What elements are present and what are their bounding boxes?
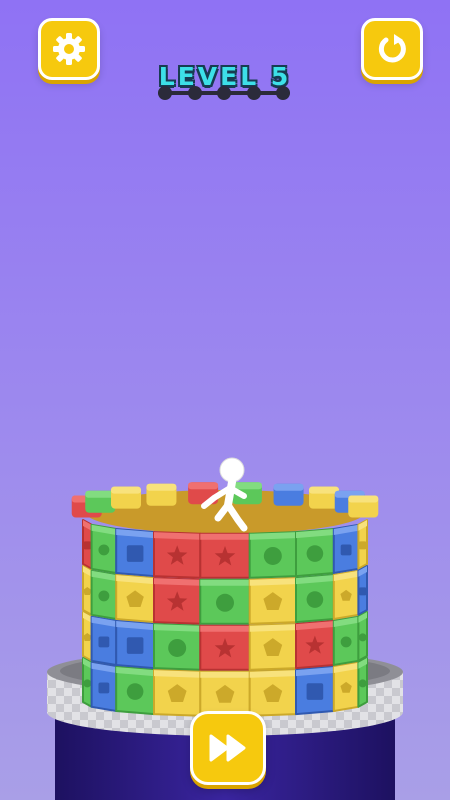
block-symbol-square (358, 587, 367, 596)
block-symbol-circle (306, 545, 324, 562)
tower-block (153, 577, 202, 625)
tower-block (199, 624, 251, 671)
rim-block (85, 490, 116, 513)
block-symbol-square (98, 682, 110, 694)
tower-blocks (82, 519, 368, 717)
tower-block (115, 528, 155, 578)
tower-block (357, 519, 368, 570)
tower-block (115, 620, 155, 670)
tower-block (248, 531, 297, 579)
tower-block (357, 657, 368, 708)
tower-block (90, 569, 118, 620)
tower-block (295, 574, 335, 624)
game-screen: LEVEL 5 (0, 0, 450, 800)
tower-block (82, 657, 93, 708)
rim-block (348, 495, 379, 518)
tower-block (332, 661, 360, 712)
block-symbol-circle (83, 679, 92, 688)
tower-block (82, 519, 93, 570)
fast-forward-icon (209, 734, 246, 762)
tower-block (115, 574, 155, 624)
tower-block (248, 623, 297, 671)
level-progress-dot (276, 86, 290, 100)
rim-block (111, 486, 142, 509)
rim-block (308, 486, 339, 509)
level-progress-dot (217, 86, 231, 100)
block-symbol-circle (358, 679, 367, 688)
block-symbol-square (83, 541, 92, 550)
block-symbol-square (126, 637, 144, 654)
block-symbol-square (358, 541, 367, 550)
block-symbol-circle (340, 636, 352, 648)
level-progress-dot (158, 86, 172, 100)
tower-block (332, 569, 360, 620)
level-progress-dot (246, 86, 261, 100)
block-symbol-square (306, 683, 324, 700)
tower-block (199, 532, 251, 579)
tower-block (115, 666, 155, 716)
block-symbol-circle (168, 638, 187, 657)
tower-block (153, 669, 202, 717)
tower-block (153, 531, 202, 579)
block-symbol-circle (98, 544, 110, 556)
block-symbol-circle (358, 633, 367, 642)
tower-block (295, 666, 335, 716)
block-symbol-square (126, 545, 144, 562)
block-symbol-circle (126, 683, 144, 700)
tower-block (248, 577, 297, 625)
block-symbol-square (98, 636, 110, 648)
tower-block (90, 523, 118, 574)
block-symbol-circle (263, 546, 282, 565)
level-progress-dot (187, 86, 202, 100)
tower-block (357, 565, 368, 616)
tower-block (90, 615, 118, 666)
tower-block (199, 670, 251, 717)
block-symbol-square (340, 544, 352, 556)
skip-button[interactable] (190, 711, 266, 785)
tower-block (248, 669, 297, 717)
tower-block (82, 611, 93, 662)
tower-block (82, 565, 93, 616)
tower-block (153, 623, 202, 671)
tower-block (357, 611, 368, 662)
level-progress-track (158, 86, 290, 100)
game-scene (47, 457, 403, 800)
tower-block (332, 615, 360, 666)
block-symbol-circle (98, 590, 110, 602)
rim-block (273, 483, 304, 506)
tower-block (199, 578, 251, 625)
block-symbol-circle (306, 591, 324, 608)
tower-block (90, 661, 118, 712)
tower-block (295, 528, 335, 578)
tower-block (295, 620, 335, 670)
block-symbol-circle (216, 593, 234, 612)
tower-block (332, 523, 360, 574)
rim-block (146, 483, 177, 506)
